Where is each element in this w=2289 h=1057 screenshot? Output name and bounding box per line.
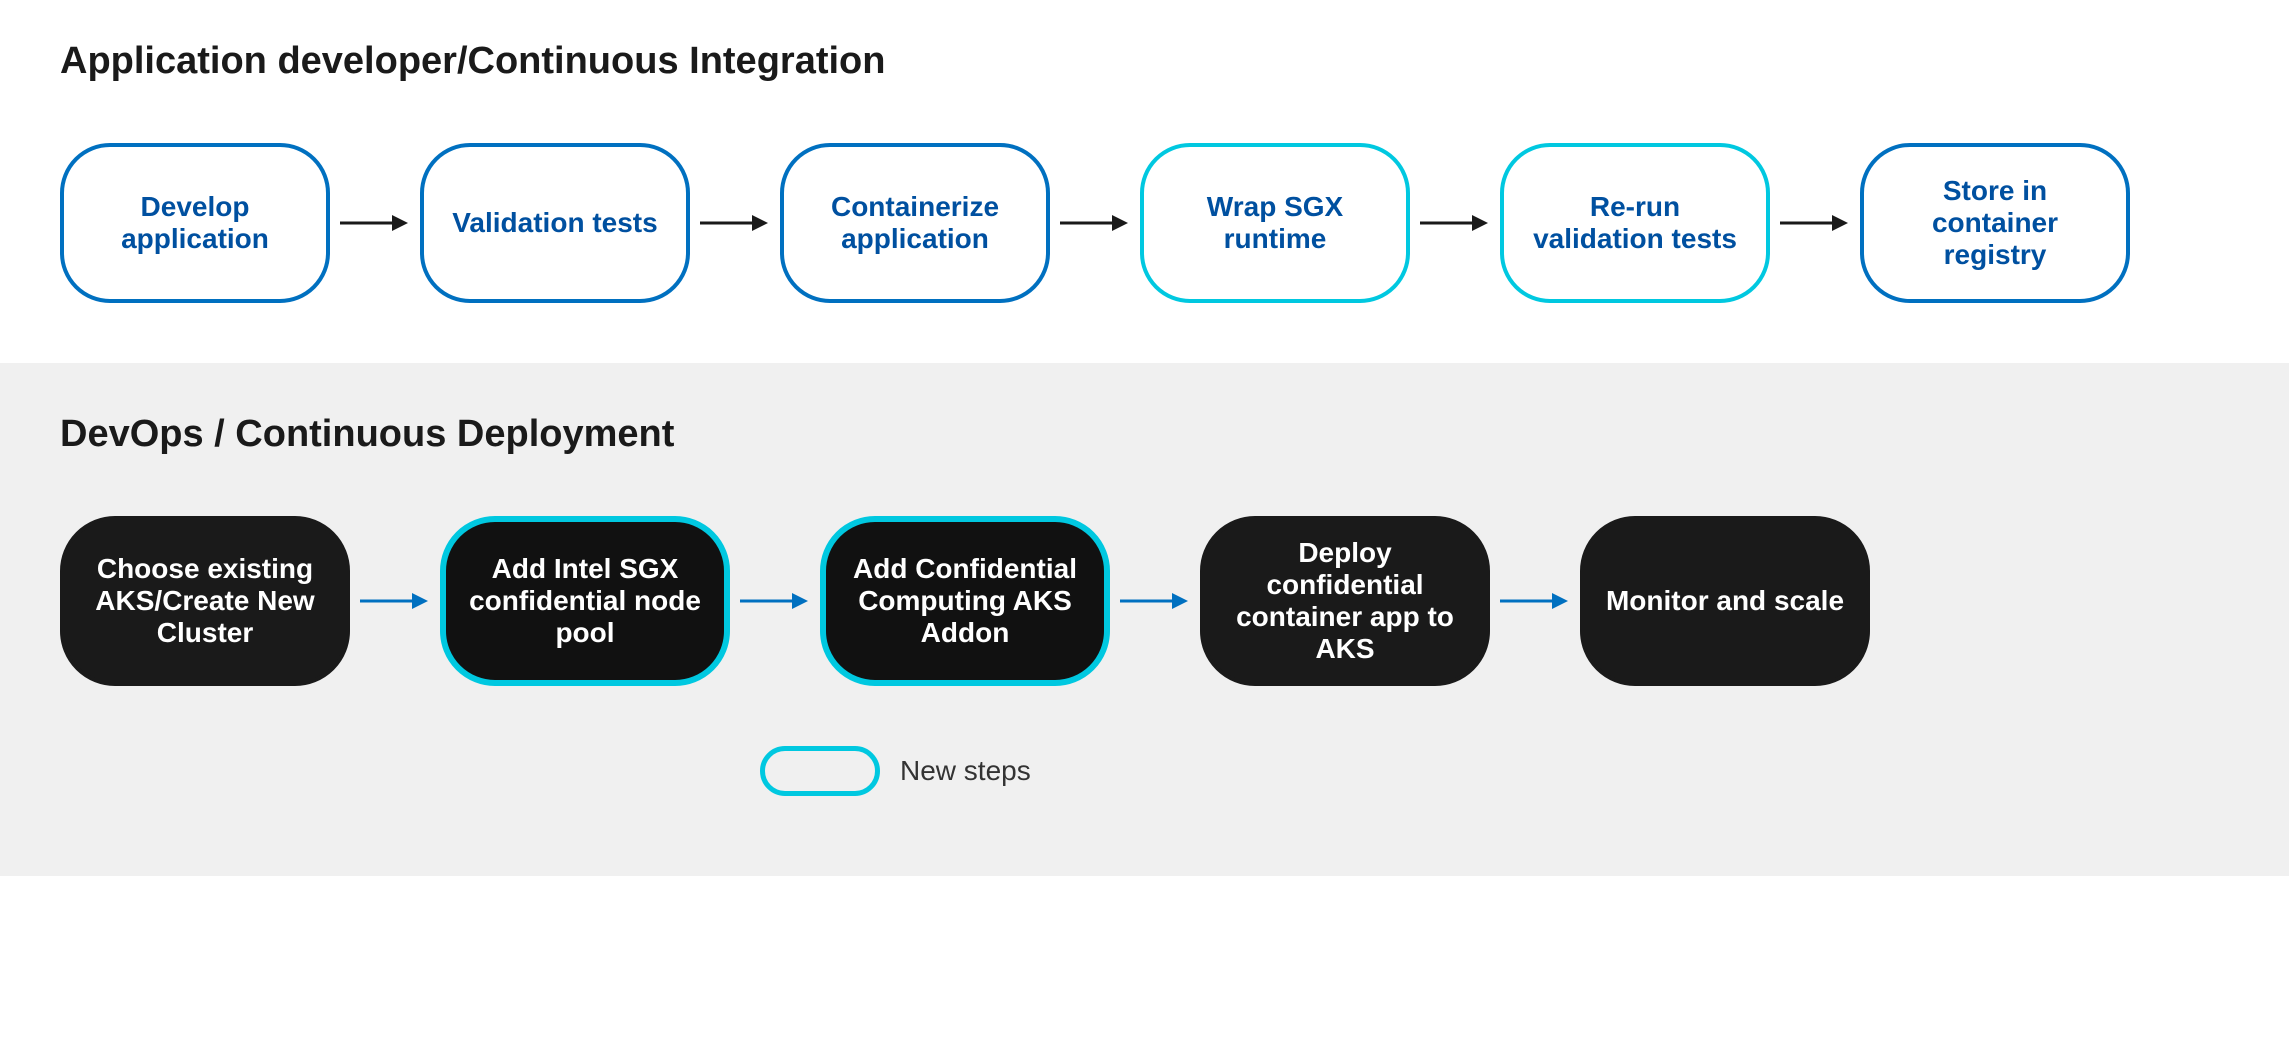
node-add-addon: Add Confidential Computing AKS Addon [820,516,1110,686]
legend-new-steps-shape [760,746,880,796]
node-develop: Develop application [60,143,330,303]
bottom-flow: Choose existing AKS/Create New Cluster A… [60,516,2229,686]
node-rerun: Re-run validation tests [1500,143,1770,303]
arrow-2 [700,205,770,241]
node-containerize: Containerize application [780,143,1050,303]
legend-label: New steps [900,755,1031,787]
arrow-b1 [360,583,430,619]
arrow-b4 [1500,583,1570,619]
bottom-section: DevOps / Continuous Deployment Choose ex… [0,363,2289,876]
node-store: Store in container registry [1860,143,2130,303]
node-add-sgx: Add Intel SGX confidential node pool [440,516,730,686]
top-section: Application developer/Continuous Integra… [0,0,2289,363]
node-validation: Validation tests [420,143,690,303]
legend: New steps [760,746,2229,796]
node-monitor: Monitor and scale [1580,516,1870,686]
node-choose-aks: Choose existing AKS/Create New Cluster [60,516,350,686]
arrow-5 [1780,205,1850,241]
node-deploy: Deploy confidential container app to AKS [1200,516,1490,686]
arrow-3 [1060,205,1130,241]
arrow-1 [340,205,410,241]
top-section-title: Application developer/Continuous Integra… [60,40,2229,83]
arrow-b3 [1120,583,1190,619]
arrow-4 [1420,205,1490,241]
arrow-b2 [740,583,810,619]
top-flow: Develop application Validation tests Con… [60,143,2229,303]
node-wrap-sgx: Wrap SGX runtime [1140,143,1410,303]
bottom-section-title: DevOps / Continuous Deployment [60,413,2229,456]
